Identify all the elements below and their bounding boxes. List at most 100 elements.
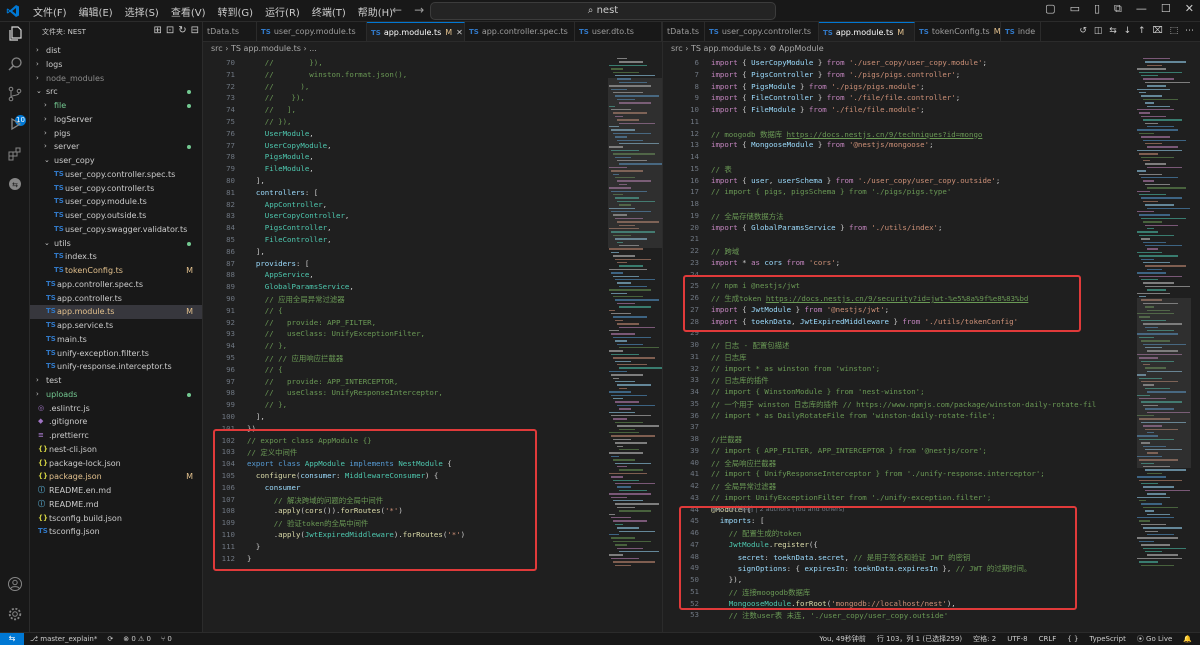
remote-indicator[interactable]: ⇆ — [0, 633, 24, 645]
tree-item[interactable]: ⌄ utils — [30, 237, 202, 251]
code-line[interactable]: GlobalParamsService, — [247, 282, 354, 291]
code-line[interactable]: import { JwtModule } from '@nestjs/jwt'; — [711, 305, 889, 314]
code-line[interactable]: // 注数user表 未连, './user_copy/user_copy.ou… — [711, 610, 948, 621]
tree-item[interactable]: TS main.ts — [30, 333, 202, 347]
code-line[interactable]: AppService, — [247, 270, 314, 279]
code-line[interactable]: // moogodb 数据库 https://docs.nestjs.cn/9/… — [711, 129, 982, 140]
tree-item[interactable]: {} nest-cli.json — [30, 443, 202, 457]
code-line[interactable]: // 表 — [711, 164, 732, 175]
menu-item[interactable]: 终端(T) — [306, 4, 352, 19]
code-line[interactable]: // 全局响应拦截器 — [711, 458, 776, 469]
tree-item[interactable]: ⌄ user_copy — [30, 154, 202, 168]
tree-item[interactable]: › node_modules — [30, 72, 202, 86]
settings-gear-icon[interactable] — [5, 606, 25, 626]
close-icon[interactable]: ✕ — [456, 28, 463, 37]
code-line[interactable]: // useClass: UnifyExceptionFilter, — [247, 329, 425, 338]
notifications-bell-icon[interactable]: 🔔 — [1183, 633, 1192, 645]
code-line[interactable]: // export class AppModule {} — [247, 436, 372, 445]
code-line[interactable]: export class AppModule implements NestMo… — [247, 459, 452, 468]
branch-indicator[interactable]: ⎇ master_explain* — [30, 633, 97, 645]
code-line[interactable]: // winston.format.json(), — [247, 70, 407, 79]
code-line[interactable]: // }), — [247, 117, 292, 126]
window-control-icon[interactable]: ▢ — [1045, 2, 1055, 16]
code-line[interactable]: controllers: [ — [247, 188, 318, 197]
code-line[interactable]: import { FileController } from './file/f… — [711, 93, 960, 102]
code-line[interactable]: imports: [ — [711, 516, 765, 525]
language-mode[interactable]: TypeScript — [1089, 633, 1125, 645]
code-line[interactable]: // 生成token https://docs.nestjs.cn/9/secu… — [711, 293, 1028, 304]
code-line[interactable]: FileController, — [247, 235, 332, 244]
code-line[interactable]: AppController, — [247, 200, 327, 209]
code-line[interactable]: import * as cors from 'cors'; — [711, 258, 840, 267]
tree-item[interactable]: TS user_copy.controller.ts — [30, 182, 202, 196]
back-arrow-icon[interactable]: ← — [392, 3, 402, 17]
editor-tab[interactable]: TS user_copy.module.ts — [257, 22, 367, 41]
code-line[interactable]: // 解决跨域的问题的全局中间件 — [247, 495, 383, 506]
tree-item[interactable]: TS user_copy.swagger.validator.ts — [30, 223, 202, 237]
remote-explorer-icon[interactable]: ⇆ — [5, 176, 25, 196]
tree-item[interactable]: {} package.json M — [30, 470, 202, 484]
menu-item[interactable]: 编辑(E) — [73, 4, 119, 19]
code-line[interactable]: consumer — [247, 483, 301, 492]
code-line[interactable]: // 应用全局异常过滤器 — [247, 294, 345, 305]
code-line[interactable]: import { FileModule } from './file/file.… — [711, 105, 925, 114]
code-line[interactable]: import { toeknData, JwtExpiredMiddleware… — [711, 317, 1018, 326]
code-line[interactable]: import { user, userSchema } from './user… — [711, 176, 1000, 185]
code-line[interactable]: import { UserCopyModule } from './user_c… — [711, 58, 987, 67]
editor-tab[interactable]: TS user_copy.controller.ts — [705, 22, 819, 41]
window-control-icon[interactable]: ▯ — [1094, 2, 1100, 16]
code-line[interactable]: // 验证token的全局中间件 — [247, 518, 369, 529]
code-line[interactable]: ], — [247, 412, 265, 421]
code-line[interactable]: UserCopyModule, — [247, 141, 332, 150]
code-line[interactable]: // 日志 - 配置包描述 — [711, 340, 789, 351]
code-line[interactable]: MongooseModule.forRoot('mongodb://localh… — [711, 599, 956, 608]
menu-item[interactable]: 选择(S) — [119, 4, 165, 19]
code-line[interactable]: signOptions: { expiresIn: toeknData.expi… — [711, 563, 1032, 574]
files-icon[interactable] — [5, 26, 25, 46]
sync-icon[interactable]: ⟳ — [107, 633, 113, 645]
code-line[interactable]: // import { APP_FILTER, APP_INTERCEPTOR … — [711, 446, 987, 455]
tree-item[interactable]: › pigs — [30, 127, 202, 141]
tree-item[interactable]: TS user_copy.controller.spec.ts — [30, 168, 202, 182]
editor-tab[interactable]: TS app.controller.spec.ts — [465, 22, 575, 41]
code-line[interactable]: // provide: APP_INTERCEPTOR, — [247, 377, 399, 386]
tree-item[interactable]: TS app.controller.ts — [30, 292, 202, 306]
account-icon[interactable] — [5, 576, 25, 596]
minimap-viewport[interactable] — [1137, 298, 1191, 468]
tree-item[interactable]: ◎ .eslintrc.js — [30, 402, 202, 416]
code-line[interactable]: // import { WinstonModule } from 'nest-w… — [711, 387, 925, 396]
minimap-right[interactable] — [1137, 58, 1191, 632]
tree-item[interactable]: › uploads — [30, 388, 202, 402]
code-line[interactable]: // import * as winston from 'winston'; — [711, 364, 880, 373]
code-line[interactable]: // }, — [247, 341, 287, 350]
minimap-left[interactable] — [608, 58, 662, 632]
tree-item[interactable]: TS index.ts — [30, 250, 202, 264]
menu-item[interactable]: 文件(F) — [27, 4, 73, 19]
tree-item[interactable]: ⓘ README.md — [30, 498, 202, 512]
code-line[interactable]: ], — [247, 176, 265, 185]
code-line[interactable]: UserCopyController, — [247, 211, 350, 220]
explorer-action-icon[interactable]: ↻ — [178, 25, 186, 36]
encoding[interactable]: UTF-8 — [1007, 633, 1027, 645]
code-line[interactable]: // useClass: UnifyResponseInterceptor, — [247, 388, 443, 397]
tree-item[interactable]: TS app.module.ts M — [30, 305, 202, 319]
tree-item[interactable]: TS unify-exception.filter.ts — [30, 347, 202, 361]
code-line[interactable]: // import { pigs, pigsSchema } from './p… — [711, 187, 951, 196]
command-center-search[interactable]: ⌕ nest — [430, 2, 776, 20]
code-line[interactable]: // }, — [247, 400, 287, 409]
code-line[interactable]: // 定义中间件 — [247, 447, 297, 458]
tree-item[interactable]: TS unify-response.interceptor.ts — [30, 360, 202, 374]
editor-tab[interactable]: TS inde — [1001, 22, 1041, 41]
code-line[interactable]: // provide: APP_FILTER, — [247, 318, 376, 327]
menu-item[interactable]: 查看(V) — [165, 4, 212, 19]
editor-tab[interactable]: tData.ts — [663, 22, 705, 41]
code-line[interactable]: .apply(cors()).forRoutes('*') — [247, 506, 403, 515]
editor-tab[interactable]: tData.ts — [203, 22, 257, 41]
code-line[interactable]: // { — [247, 365, 283, 374]
run-debug-icon[interactable] — [5, 116, 25, 136]
code-line[interactable]: import { MongooseModule } from '@nestjs/… — [711, 140, 934, 149]
editor-tab[interactable]: TS app.module.ts M ✕ — [367, 22, 465, 41]
tree-item[interactable]: TS app.controller.spec.ts — [30, 278, 202, 292]
search-icon[interactable] — [5, 56, 25, 76]
forward-arrow-icon[interactable]: → — [414, 3, 424, 17]
